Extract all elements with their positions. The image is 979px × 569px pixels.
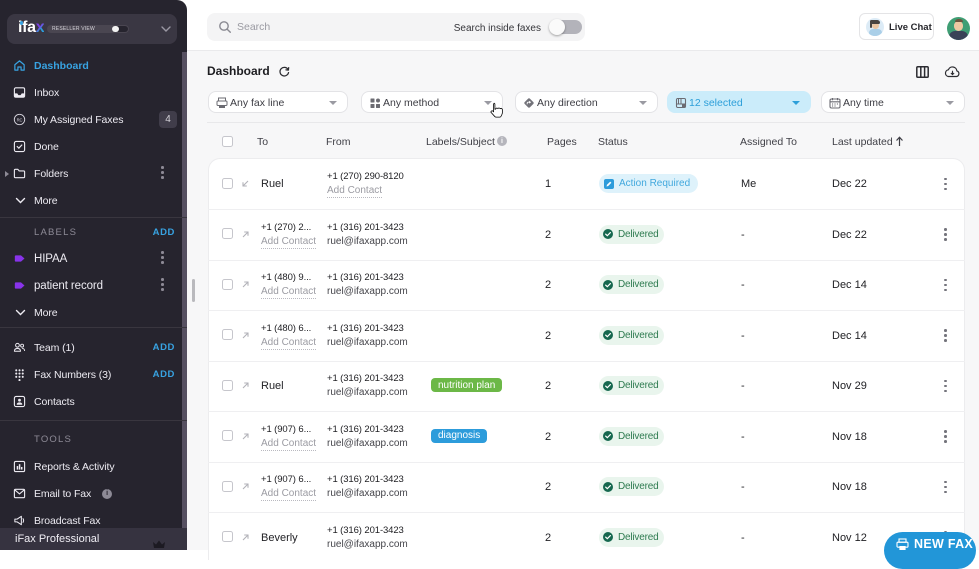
svg-text:RC: RC [17, 117, 23, 122]
